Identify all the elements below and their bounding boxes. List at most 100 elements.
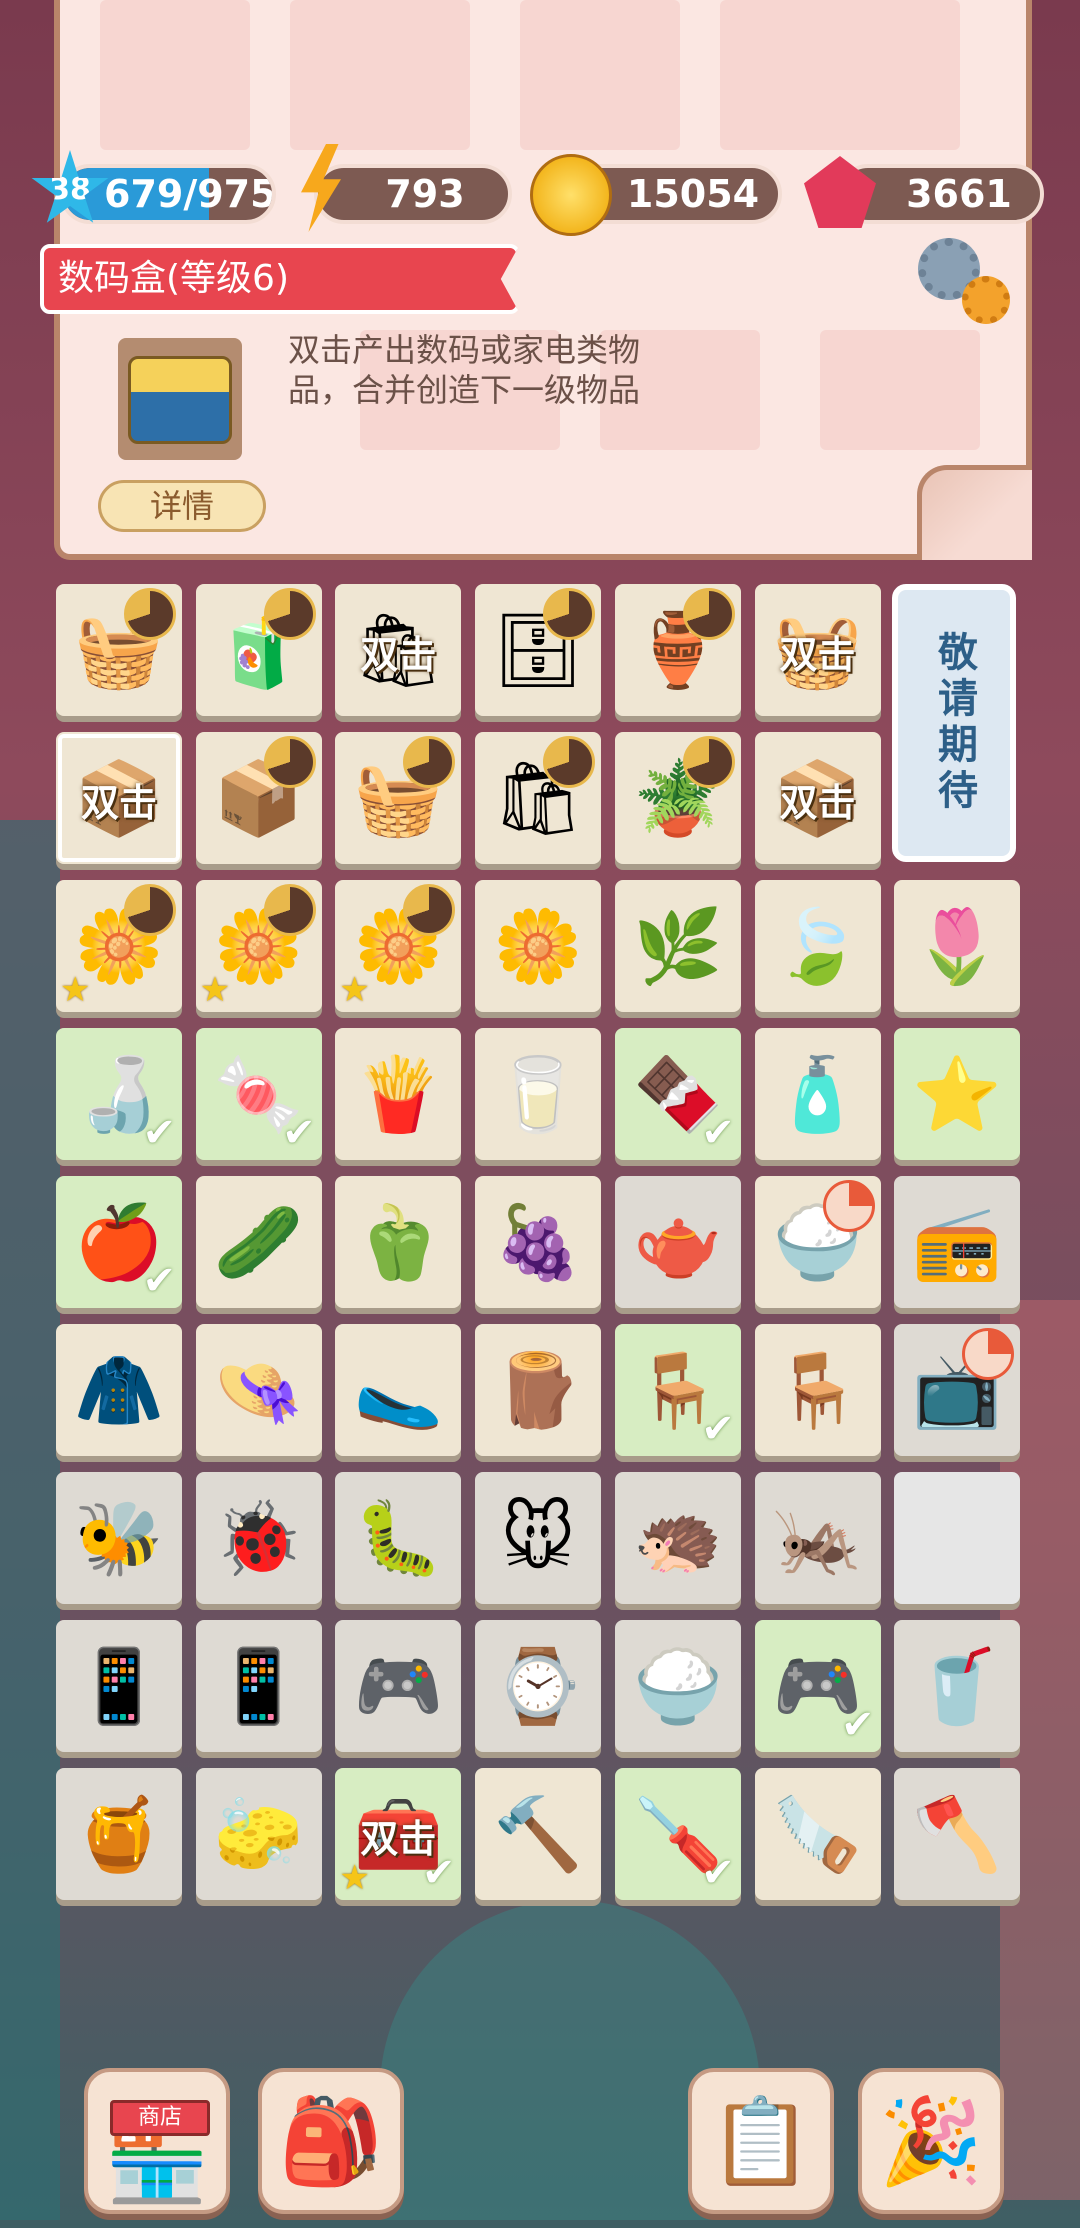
details-button[interactable]: 详情	[98, 480, 266, 532]
checkmark-icon: ✔	[142, 1110, 176, 1156]
board-cell-digital-box-double-tap[interactable]: 📦 双击	[56, 732, 182, 864]
board-cell-daisy-flower-star[interactable]: 🌼 ★	[195, 880, 322, 1012]
board-cell-axe[interactable]: 🪓	[894, 1768, 1021, 1900]
task-list-button[interactable]: 📋	[688, 2068, 834, 2214]
board-cell-toolbox-double-tap[interactable]: 🧰 双击 ★ ✔	[335, 1768, 462, 1900]
celebration-button[interactable]: 🎉	[858, 2068, 1004, 2214]
board-cell-purple-hat[interactable]: 👒	[195, 1324, 322, 1456]
cooldown-timer-icon	[403, 884, 456, 936]
purple-hat-icon: 👒	[213, 1348, 304, 1432]
green-bush-icon: 🌿	[632, 904, 723, 988]
board-cell-snack-pack[interactable]: 🍫 ✔	[614, 1028, 741, 1160]
board-cell-ladybug[interactable]: 🐞	[195, 1472, 322, 1604]
board-cell-clay-pot[interactable]: 🏺	[614, 584, 741, 716]
energy-value: 793	[385, 172, 465, 216]
backpack-icon: 🎒	[278, 2092, 384, 2190]
board-cell-trench-coat[interactable]: 🧥	[56, 1324, 182, 1456]
board-cell-hedgehog[interactable]: 🦔	[614, 1472, 741, 1604]
board-cell-empty-slot[interactable]	[894, 1472, 1021, 1604]
board-cell-white-chair[interactable]: 🪑 ✔	[614, 1324, 741, 1456]
energy-stat[interactable]: 793	[301, 144, 512, 232]
gems-value: 3661	[906, 172, 1012, 216]
cooldown-timer-icon	[403, 736, 456, 788]
board-cell-candy[interactable]: 🍬 ✔	[195, 1028, 322, 1160]
board-cell-fruit-basket[interactable]: 🧺	[56, 584, 182, 716]
board-cell-green-bush[interactable]: 🌿	[614, 880, 741, 1012]
board-cell-plant-pot[interactable]: 🪴	[614, 732, 741, 864]
board-cell-cucumber[interactable]: 🥒	[195, 1176, 322, 1308]
board-cell-rice-cooker-bubble[interactable]: 🍚	[754, 1176, 881, 1308]
board-cell-daisy-flower-star[interactable]: 🌼 ★	[56, 880, 182, 1012]
xp-progress-bar: 679/975	[60, 164, 276, 224]
board-cell-daisy-flower[interactable]: 🌼	[475, 880, 602, 1012]
panel-page-curl	[917, 465, 1032, 560]
board-cell-caterpillar[interactable]: 🐛	[335, 1472, 462, 1604]
wooden-stool-icon: 🪑	[772, 1348, 863, 1432]
board-cell-microwave-bubble[interactable]: 📺	[894, 1324, 1021, 1456]
board-cell-flower-bud[interactable]: 🌷	[894, 880, 1021, 1012]
board-cell-milk-bottle[interactable]: 🥛	[475, 1028, 602, 1160]
smart-band-icon: ⌚	[493, 1644, 583, 1728]
board-cell-slippers[interactable]: 🥿	[335, 1324, 462, 1456]
board-cell-wooden-stool[interactable]: 🪑	[754, 1324, 881, 1456]
coins-stat[interactable]: 15054	[530, 154, 782, 236]
item-description: 双击产出数码或家电类物 品，合并创造下一级物品	[288, 330, 808, 410]
board-cell-gamepad[interactable]: 🎮 ✔	[754, 1620, 881, 1752]
star-icon: ★	[60, 970, 91, 1010]
hammer-icon: 🔨	[493, 1792, 583, 1876]
board-cell-grasshopper[interactable]: 🦗	[754, 1472, 881, 1604]
board-cell-radio[interactable]: 📻	[894, 1176, 1021, 1308]
gems-stat[interactable]: 3661	[804, 156, 1044, 228]
green-pepper-icon: 🫑	[353, 1200, 444, 1284]
board-cell-game-console[interactable]: 🎮	[335, 1620, 462, 1752]
board-cell-electric-kettle[interactable]: 🫖	[614, 1176, 741, 1308]
board-cell-apple[interactable]: 🍎 ✔	[56, 1176, 182, 1308]
board-cell-basket-double-tap[interactable]: 🧺 双击	[754, 584, 881, 716]
board-cell-honey-jar[interactable]: 🍯	[56, 1768, 182, 1900]
mouse-icon: 🐭	[500, 1496, 576, 1580]
board-cell-blue-star[interactable]: ⭐	[894, 1028, 1021, 1160]
board-cell-green-pepper[interactable]: 🫑	[335, 1176, 462, 1308]
star-icon: ★	[339, 970, 370, 1010]
board-cell-green-leaf[interactable]: 🍃	[754, 880, 881, 1012]
board-cell-rice-cooker[interactable]: 🍚	[614, 1620, 741, 1752]
board-cell-smart-band[interactable]: ⌚	[475, 1620, 602, 1752]
board-cell-grapes[interactable]: 🍇	[475, 1176, 602, 1308]
game-console-icon: 🎮	[353, 1644, 444, 1728]
board-cell-daisy-flower-star[interactable]: 🌼 ★	[335, 880, 462, 1012]
board-cell-sauce-bottle[interactable]: 🍶 ✔	[56, 1028, 182, 1160]
board-cell-small-phone[interactable]: 📱	[56, 1620, 182, 1752]
cooldown-timer-icon	[263, 884, 316, 936]
board-cell-firewood[interactable]: 🪵	[475, 1324, 602, 1456]
board-cell-blender[interactable]: 🥤	[894, 1620, 1021, 1752]
board-cell-saw[interactable]: 🪚	[754, 1768, 881, 1900]
board-cell-bee[interactable]: 🐝	[56, 1472, 182, 1604]
board-cell-wicker-basket[interactable]: 🧺	[335, 732, 462, 864]
board-cell-smartphone[interactable]: 📱	[195, 1620, 322, 1752]
board-cell-shopping-bags-double-tap[interactable]: 🛍 双击	[335, 584, 462, 716]
cooldown-timer-icon	[543, 588, 596, 640]
shop-sign-label: 商店	[110, 2100, 210, 2136]
bubble-timer-icon	[822, 1180, 875, 1232]
cooldown-timer-icon	[682, 588, 735, 640]
board-cell-screwdriver[interactable]: 🪛 ✔	[614, 1768, 741, 1900]
double-tap-label: 双击	[360, 633, 437, 677]
board-cell-chips-bag[interactable]: 🍟	[335, 1028, 462, 1160]
board-cell-sponge[interactable]: 🧽	[195, 1768, 322, 1900]
board-cell-digital-box-blue-double-tap[interactable]: 📦 双击	[754, 732, 881, 864]
settings-gear-icon[interactable]	[918, 238, 1018, 328]
level-stat[interactable]: 679/975 38	[31, 150, 276, 224]
star-icon: ★	[199, 970, 231, 1010]
board-cell-mouse[interactable]: 🐭	[475, 1472, 602, 1604]
board-cell-shopping-bags[interactable]: 🛍	[475, 732, 602, 864]
board-cell-shelf-unit[interactable]: 🗄	[475, 584, 602, 716]
digital-box-icon	[128, 356, 232, 444]
board-cell-grocery-box[interactable]: 🧃	[195, 584, 322, 716]
board-cell-snack-box[interactable]: 📦	[195, 732, 322, 864]
board-cell-hammer[interactable]: 🔨	[475, 1768, 602, 1900]
sponge-icon: 🧽	[213, 1792, 304, 1876]
board-cell-water-bottle[interactable]: 🧴	[754, 1028, 881, 1160]
checkmark-icon: ✔	[701, 1110, 735, 1156]
backpack-button[interactable]: 🎒	[258, 2068, 404, 2214]
shop-button[interactable]: 🏪 商店	[84, 2068, 230, 2214]
